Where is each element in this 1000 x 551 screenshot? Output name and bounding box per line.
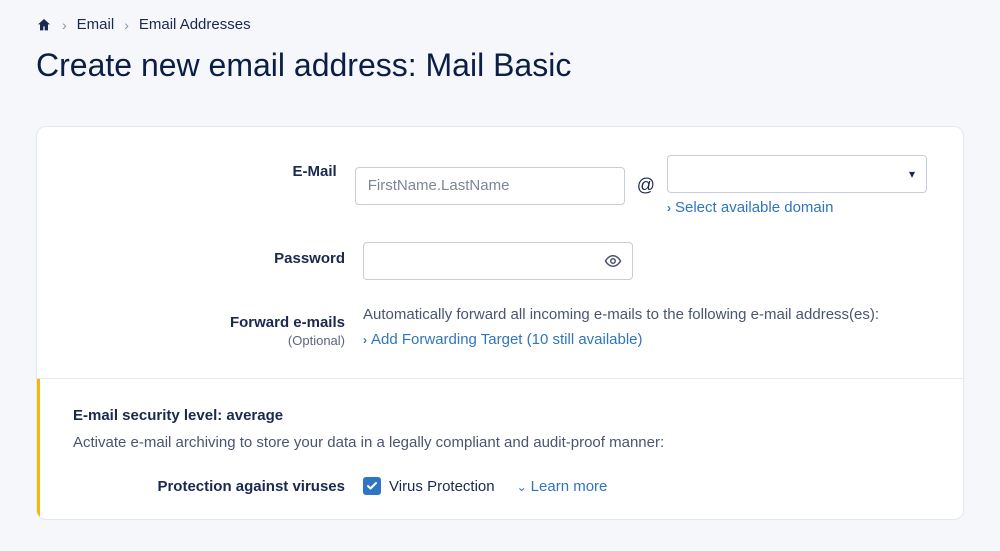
chevron-right-icon: ›: [363, 333, 367, 347]
add-forwarding-target-link[interactable]: › Add Forwarding Target (10 still availab…: [363, 331, 643, 348]
security-section: E-mail security level: average Activate …: [37, 378, 963, 519]
chevron-right-icon: ›: [62, 17, 67, 33]
forward-label: Forward e-mails: [73, 314, 345, 331]
add-forwarding-target-text: Add Forwarding Target (10 still availabl…: [371, 331, 643, 348]
chevron-right-icon: ›: [124, 17, 129, 33]
security-description: Activate e-mail archiving to store your …: [73, 434, 927, 451]
row-email: E-Mail @ ▾ ›Select available domain: [73, 155, 927, 216]
row-virus-protection: Protection against viruses Virus Protect…: [73, 477, 927, 495]
email-label-wrap: E-Mail: [73, 155, 355, 180]
forward-description: Automatically forward all incoming e-mai…: [363, 306, 927, 323]
home-icon: [36, 17, 52, 33]
virus-protection-label: Protection against viruses: [73, 478, 363, 495]
check-icon: [366, 480, 378, 492]
row-forward: Forward e-mails (Optional) Automatically…: [73, 306, 927, 348]
password-label: Password: [73, 250, 345, 267]
breadcrumb: › Email › Email Addresses: [0, 0, 1000, 41]
virus-protection-checkbox[interactable]: [363, 477, 381, 495]
learn-more-text: Learn more: [531, 478, 608, 495]
password-input[interactable]: [376, 243, 604, 279]
virus-protection-checkbox-label: Virus Protection: [389, 478, 495, 495]
security-title: E-mail security level: average: [73, 407, 927, 424]
eye-icon[interactable]: [604, 252, 622, 270]
learn-more-link[interactable]: ⌄ Learn more: [517, 478, 608, 495]
forward-label-wrap: Forward e-mails (Optional): [73, 306, 363, 348]
breadcrumb-email[interactable]: Email: [77, 16, 115, 33]
chevron-down-icon: ⌄: [517, 480, 527, 494]
row-password: Password: [73, 242, 927, 280]
form-card: E-Mail @ ▾ ›Select available domain: [36, 126, 964, 520]
form-section: E-Mail @ ▾ ›Select available domain: [37, 127, 963, 378]
forward-optional: (Optional): [73, 333, 345, 348]
at-symbol: @: [637, 175, 655, 196]
breadcrumb-email-addresses[interactable]: Email Addresses: [139, 16, 251, 33]
select-domain-link[interactable]: › Select available domain: [667, 199, 927, 216]
page-title: Create new email address: Mail Basic: [0, 41, 1000, 112]
email-label: E-Mail: [73, 163, 337, 180]
chevron-right-icon: ›: [667, 201, 671, 215]
password-label-wrap: Password: [73, 242, 363, 267]
email-localpart-input[interactable]: [355, 167, 625, 205]
select-domain-link-text: Select available domain: [675, 199, 833, 216]
domain-select[interactable]: [667, 155, 927, 193]
breadcrumb-home[interactable]: [36, 17, 52, 33]
